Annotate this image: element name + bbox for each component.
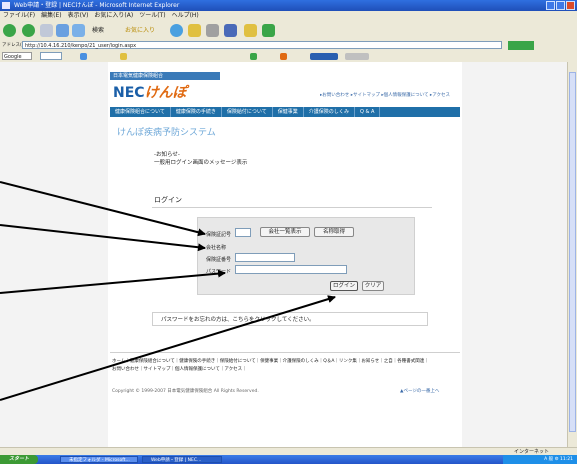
favorites-button[interactable]: お気に入り	[125, 24, 167, 37]
nav-item-procedures[interactable]: 健康保険の手続き	[171, 107, 222, 117]
stop-icon[interactable]	[40, 24, 53, 37]
edit-icon[interactable]	[224, 24, 237, 37]
refresh-icon[interactable]	[56, 24, 69, 37]
footer-links: ホーム｜健康保険組合について｜健康保険の手続き｜保険給付について｜保健事業｜介護…	[112, 358, 462, 374]
company-list-button[interactable]: 会社一覧表示	[260, 227, 310, 237]
nav-item-association[interactable]: 健康保険組合について	[110, 107, 171, 117]
check-icon[interactable]	[250, 53, 257, 60]
login-button[interactable]: ログイン	[330, 281, 358, 291]
nav-item-qa[interactable]: Q & A	[355, 107, 381, 117]
google-toolbar-label[interactable]: Google	[2, 52, 32, 60]
history-icon[interactable]	[170, 24, 183, 37]
menu-favorites[interactable]: お気に入り(A)	[94, 11, 133, 21]
minimize-button[interactable]	[546, 1, 555, 10]
mail-icon[interactable]	[188, 24, 201, 37]
browser-toolbar: 検索 お気に入り	[0, 21, 577, 41]
start-button[interactable]: スタート	[0, 455, 38, 464]
task-browser[interactable]: Web申請・登録 | NEC...	[142, 456, 222, 463]
warning-icon[interactable]	[280, 53, 287, 60]
insurance-number-input[interactable]	[235, 253, 295, 262]
nav-item-care[interactable]: 介護保険のしくみ	[304, 107, 355, 117]
close-button[interactable]	[566, 1, 575, 10]
password-label: パスワード	[206, 269, 232, 275]
notice-body: 一般用ログイン画面のメッセージ表示	[154, 160, 248, 166]
task-explorer[interactable]: 未指定フォルダ - Microsoft...	[60, 456, 138, 463]
insurance-number-label: 保険証番号	[206, 257, 232, 263]
settings-icon[interactable]	[345, 53, 369, 60]
login-title: ログイン	[154, 196, 182, 204]
address-input[interactable]: http://10.4.16.210/kenpo/21_user/login.a…	[22, 41, 502, 49]
login-form: 保険証記号 会社一覧表示 名称取得 会社名称 保険証番号 パスワード ログイン …	[197, 217, 415, 295]
footer-links-line2[interactable]: お問い合わせ｜サイトマップ｜個人情報保護について｜アクセス｜	[112, 366, 462, 374]
menu-bar: ファイル(F) 編集(E) 表示(V) お気に入り(A) ツール(T) ヘルプ(…	[0, 11, 577, 21]
google-search-input[interactable]	[40, 52, 62, 60]
search-button[interactable]: 検索	[92, 24, 122, 37]
copyright: Copyright © 1999-2007 日本電気健康保険組合 All Rig…	[112, 389, 259, 394]
window-title: Web申請・登録 | NECけんぽ - Microsoft Internet E…	[14, 2, 180, 9]
forward-icon[interactable]	[22, 24, 35, 37]
messenger-icon[interactable]	[262, 24, 275, 37]
system-tray: A 般 ⚙ 11:21	[503, 455, 577, 464]
nav-item-benefits[interactable]: 保険給付について	[222, 107, 273, 117]
system-title: けんぽ疾病予防システム	[117, 128, 216, 138]
get-name-button[interactable]: 名称取得	[314, 227, 354, 237]
insurer-symbol-input[interactable]	[235, 228, 251, 237]
page-viewport: 日本電気健康保険組合 NECけんぽ ▸お問い合わせ ▸サイトマップ ▸個人情報保…	[0, 62, 577, 447]
folder-icon[interactable]	[244, 24, 257, 37]
top-links[interactable]: ▸お問い合わせ ▸サイトマップ ▸個人情報保護について ▸アクセス	[320, 92, 450, 98]
menu-tools[interactable]: ツール(T)	[139, 11, 165, 21]
maximize-button[interactable]	[556, 1, 565, 10]
popup-blocker-icon[interactable]	[310, 53, 338, 60]
menu-view[interactable]: 表示(V)	[68, 11, 89, 21]
insurer-symbol-label: 保険証記号	[206, 232, 232, 238]
favorites-label: お気に入り	[125, 27, 156, 34]
scroll-thumb[interactable]	[569, 72, 576, 432]
menu-edit[interactable]: 編集(E)	[41, 11, 61, 21]
go-button[interactable]	[508, 41, 534, 50]
home-icon[interactable]	[72, 24, 85, 37]
password-input[interactable]	[235, 265, 347, 274]
company-name-label: 会社名称	[206, 245, 227, 251]
back-icon[interactable]	[3, 24, 16, 37]
page-top-link[interactable]: ▲ページの一番上へ	[400, 388, 439, 394]
menu-help[interactable]: ヘルプ(H)	[172, 11, 199, 21]
association-banner: 日本電気健康保険組合	[110, 72, 220, 80]
menu-file[interactable]: ファイル(F)	[3, 11, 35, 21]
ie-icon	[2, 2, 10, 9]
site-logo[interactable]: NECけんぽ	[113, 82, 187, 102]
search-icon[interactable]	[80, 53, 87, 60]
print-icon[interactable]	[206, 24, 219, 37]
right-margin	[462, 62, 567, 447]
footer-links-line1[interactable]: ホーム｜健康保険組合について｜健康保険の手続き｜保険給付について｜保健事業｜介護…	[112, 358, 462, 366]
vertical-scrollbar[interactable]	[567, 62, 577, 447]
logo-sub: けんぽ	[144, 85, 187, 101]
taskbar: スタート 未指定フォルダ - Microsoft... Web申請・登録 | N…	[0, 455, 577, 464]
search-label: 検索	[92, 27, 105, 34]
forgot-password-notice[interactable]: パスワードをお忘れの方は、こちらをクリックしてください。	[152, 312, 428, 326]
clear-button[interactable]: クリア	[362, 281, 384, 291]
login-divider	[152, 207, 432, 208]
main-nav: 健康保険組合について 健康保険の手続き 保険給付について 保健事業 介護保険のし…	[110, 107, 460, 117]
window-controls	[546, 1, 575, 10]
left-margin	[0, 62, 108, 447]
bookmark-icon[interactable]	[120, 53, 127, 60]
notice-title: -お知らせ-	[154, 152, 180, 158]
nav-item-health[interactable]: 保健事業	[273, 107, 304, 117]
footer-divider	[110, 352, 460, 353]
window-titlebar: Web申請・登録 | NECけんぽ - Microsoft Internet E…	[0, 0, 577, 11]
logo-main: NEC	[113, 85, 145, 101]
